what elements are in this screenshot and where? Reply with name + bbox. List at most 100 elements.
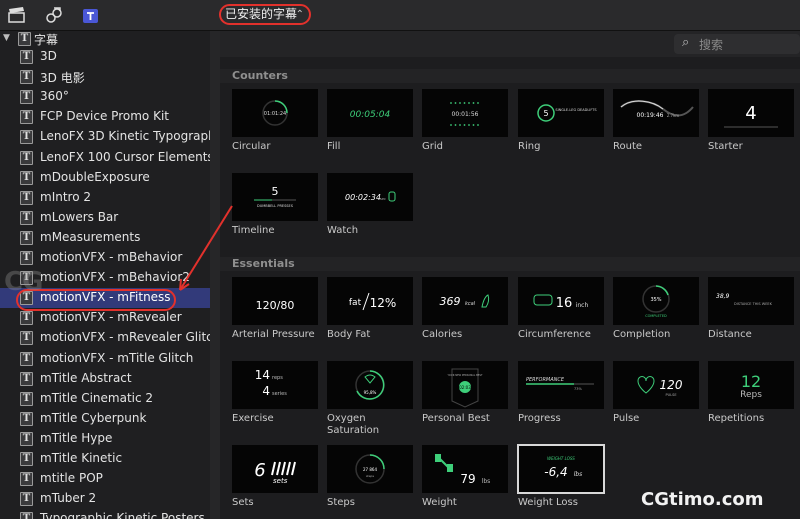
disclosure-triangle-icon[interactable]: ▼	[3, 33, 10, 43]
sidebar-item[interactable]: TmLowers Bar	[0, 208, 210, 228]
thumb-text: 120	[660, 378, 683, 392]
music-icon[interactable]	[45, 6, 63, 24]
sidebar-item[interactable]: T LenoFX 100 Cursor Elements	[0, 148, 210, 168]
sidebar-item[interactable]: TmDoubleExposure	[0, 168, 210, 188]
title-thumbnail[interactable]: 00:01:56	[422, 89, 508, 137]
title-thumbnail[interactable]: 4	[708, 89, 794, 137]
title-icon: T	[20, 492, 33, 507]
sidebar-divider[interactable]	[210, 31, 220, 519]
title-icon: T	[20, 512, 33, 519]
title-thumbnail[interactable]: WEIGHT LOSS -6,4 lbs	[517, 444, 605, 494]
thumb-text: reps	[272, 375, 283, 381]
sidebar-item[interactable]: TmotionVFX - mBehavior	[0, 248, 210, 268]
search-input[interactable]: ⌕ 搜索	[674, 34, 800, 54]
thumbnail-label: Exercise	[232, 413, 274, 424]
title-thumbnail[interactable]: 5 DUMBBELL PRESSES	[232, 173, 318, 221]
title-icon: T	[20, 210, 33, 225]
sidebar-item[interactable]: T 3D 电影	[0, 67, 210, 87]
thumb-text: steps	[366, 474, 374, 478]
title-thumbnail[interactable]: 00:02:34 sec	[327, 173, 413, 221]
title-icon: T	[20, 110, 33, 125]
sidebar-item-label: LenoFX 100 Cursor Elements	[40, 149, 210, 164]
title-thumbnail[interactable]: 14 reps 4 series	[232, 361, 318, 409]
thumbnail-label: Ring	[518, 141, 541, 152]
sidebar-item[interactable]: TmotionVFX - mRevealer	[0, 308, 210, 328]
title-icon: T	[20, 50, 33, 64]
sidebar-group-titles[interactable]: ▼ T 字幕	[0, 31, 210, 47]
thumb-text: 5	[272, 185, 279, 198]
sidebar-item[interactable]: T FCP Device Promo Kit	[0, 107, 210, 127]
title-thumbnail[interactable]: 38,9 DISTANCE THIS WEEK	[708, 277, 794, 325]
sidebar-item[interactable]: T LenoFX 3D Kinetic Typography	[0, 127, 210, 147]
sidebar-item[interactable]: TmTitle Kinetic	[0, 449, 210, 469]
thumbnail-label: Personal Best	[422, 413, 490, 424]
thumb-text: 38,9	[716, 293, 730, 300]
title-thumbnail[interactable]: 95,8%	[327, 361, 413, 409]
title-thumbnail[interactable]: PERFORMANCE 73%	[518, 361, 604, 409]
title-thumbnail[interactable]: 16 inch	[518, 277, 604, 325]
thumb-text: PERFORMANCE	[526, 377, 565, 383]
title-thumbnail[interactable]: 6 sets	[232, 445, 318, 493]
title-thumbnail[interactable]: 120 PULSE	[613, 361, 699, 409]
sidebar-item[interactable]: TmTitle Cinematic 2	[0, 389, 210, 409]
sidebar-item[interactable]: TmotionVFX - mRevealer Glitch	[0, 328, 210, 348]
sidebar-item[interactable]: TmMeasurements	[0, 228, 210, 248]
sidebar-item-label: mMeasurements	[40, 229, 141, 244]
title-browser: ⌕ 搜索 Counters 01:01:24 Circular 00:05:04 Fil…	[220, 31, 800, 519]
sidebar-item-label: FCP Device Promo Kit	[40, 109, 169, 124]
thumb-text: COMPLETED	[645, 314, 667, 318]
thumbnail-label: Starter	[708, 141, 743, 152]
thumbnail-graphic: 01:01:24	[262, 100, 288, 126]
thumb-text: 12%	[370, 296, 397, 310]
title-thumbnail[interactable]: 27 864 steps	[327, 445, 413, 493]
thumb-text: 5	[543, 109, 548, 118]
sidebar-item[interactable]: T 360°	[0, 87, 210, 107]
thumb-text: 95,8%	[364, 390, 377, 395]
title-icon: T	[20, 90, 33, 105]
title-thumbnail[interactable]: 12 Reps	[708, 361, 794, 409]
sidebar-item[interactable]: TmIntro 2	[0, 188, 210, 208]
sidebar-item-label: motionVFX - mTitle Glitch	[40, 350, 194, 365]
thumbnail-graphic: 14 reps4 series	[255, 368, 287, 398]
sidebar-item[interactable]: T 3D	[0, 47, 210, 67]
sidebar-item[interactable]: Tmtitle POP	[0, 469, 210, 489]
thumb-text: inch	[576, 302, 589, 309]
sidebar-item[interactable]: TmTitle Hype	[0, 429, 210, 449]
title-thumbnail[interactable]: 369 kcal	[422, 277, 508, 325]
thumbnail-label: Fill	[327, 141, 341, 152]
title-thumbnail[interactable]: 5 SINGLE-LEG DEADLIFTS	[518, 89, 604, 137]
title-thumbnail[interactable]: 79 lbs	[422, 445, 508, 493]
title-icon: T	[20, 130, 33, 145]
title-icon: T	[20, 452, 33, 466]
title-thumbnail[interactable]: 01:01:24	[232, 89, 318, 137]
thumbnail-label: Calories	[422, 329, 463, 340]
thumbnail-graphic: 79 lbs	[435, 454, 491, 486]
sidebar-item[interactable]: TmTuber 2	[0, 489, 210, 509]
sidebar-item-label: mTitle Hype	[40, 430, 113, 445]
thumbnail-graphic: 35% COMPLETED	[642, 285, 670, 318]
title-thumbnail[interactable]: 00:19:46 2.7km	[613, 89, 699, 137]
thumbnail-graphic: 4	[724, 103, 778, 128]
title-thumbnail[interactable]: 35% COMPLETED	[613, 277, 699, 325]
category-dropdown[interactable]: 已安装的字幕 ⌃	[219, 4, 311, 25]
thumb-text: lbs	[482, 478, 491, 485]
thumbnail-graphic: 6 sets	[254, 460, 296, 485]
thumbnail-graphic: 00:02:34 sec	[345, 191, 396, 202]
title-thumbnail[interactable]: fat 12%	[327, 277, 413, 325]
sidebar-item[interactable]: TmTitle Cyberpunk	[0, 409, 210, 429]
title-icon: T	[20, 251, 33, 265]
title-icon: T	[20, 70, 33, 85]
title-thumbnail[interactable]: 00:05:04	[327, 89, 413, 137]
sidebar-item[interactable]: TmTitle Abstract	[0, 369, 210, 389]
thumb-text: 79	[460, 472, 475, 486]
title-thumbnail[interactable]: 120/80	[232, 277, 318, 325]
title-icon: T	[18, 32, 31, 46]
title-thumbnail[interactable]: 02:03 YOUR NEW PERSONAL BEST	[422, 361, 508, 409]
clapboard-icon[interactable]	[8, 6, 26, 24]
thumb-text: 00:02:34	[345, 193, 381, 202]
titles-icon[interactable]	[82, 6, 100, 24]
toolbar: 已安装的字幕 ⌃	[0, 0, 800, 31]
sidebar-item[interactable]: T Typographic Kinetic Posters	[0, 509, 210, 519]
sidebar-item[interactable]: TmotionVFX - mTitle Glitch	[0, 349, 210, 369]
sidebar-item-label: LenoFX 3D Kinetic Typography	[40, 129, 210, 144]
